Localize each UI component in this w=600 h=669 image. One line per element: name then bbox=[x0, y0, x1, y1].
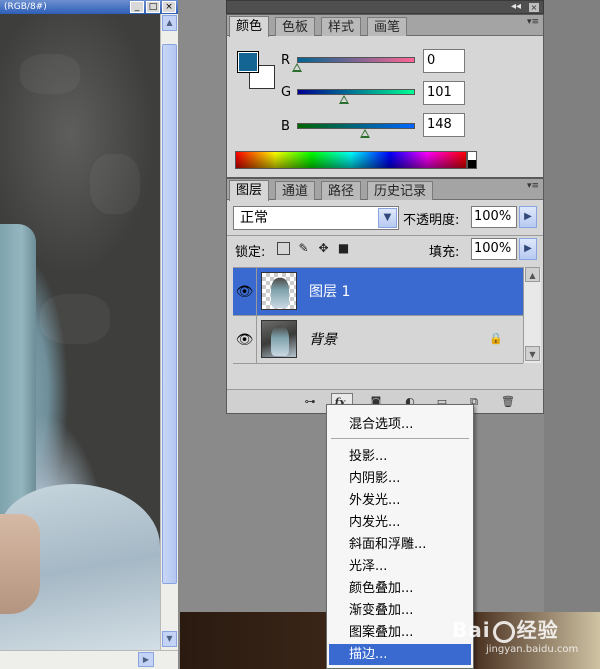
menu-item-bevel-emboss[interactable]: 斜面和浮雕... bbox=[329, 534, 471, 555]
document-vertical-scrollbar[interactable]: ▲ ▼ bbox=[160, 14, 178, 650]
workspace-background bbox=[544, 0, 600, 612]
layer-list: 👁 图层 1 👁 背景 🔒 bbox=[233, 267, 523, 364]
color-panel: 颜色 色板 样式 画笔 ▾≡ R 0 G 101 B 148 bbox=[226, 14, 544, 178]
close-button[interactable]: × bbox=[162, 1, 176, 13]
document-canvas-photo[interactable] bbox=[0, 14, 160, 650]
watermark-logo-text: Bai bbox=[452, 618, 491, 642]
document-title: (RGB/8#) bbox=[4, 2, 47, 12]
watermark-logo-suffix: 经验 bbox=[516, 618, 559, 642]
baidu-paw-icon bbox=[492, 620, 515, 643]
tab-swatches[interactable]: 色板 bbox=[275, 17, 316, 36]
menu-item-gradient-overlay[interactable]: 渐变叠加... bbox=[329, 600, 471, 621]
green-value-field[interactable]: 101 bbox=[423, 81, 465, 105]
panel-menu-icon[interactable]: ▾≡ bbox=[527, 17, 539, 27]
slider-label-b: B bbox=[281, 119, 290, 134]
collapse-panels-icon[interactable]: ◂◂ bbox=[511, 0, 521, 14]
slider-label-r: R bbox=[281, 53, 291, 68]
tab-styles[interactable]: 样式 bbox=[321, 17, 362, 36]
menu-item-color-overlay[interactable]: 颜色叠加... bbox=[329, 578, 471, 599]
opacity-label: 不透明度: bbox=[403, 213, 460, 228]
watermark-url: jingyan.baidu.com bbox=[486, 644, 579, 655]
document-titlebar[interactable]: (RGB/8#) _ □ × bbox=[0, 0, 178, 14]
tab-brushes[interactable]: 画笔 bbox=[367, 17, 408, 36]
trash-icon[interactable]: 🗑 bbox=[497, 393, 519, 411]
panel-dock-header[interactable]: ◂◂ × bbox=[226, 0, 544, 14]
lock-transparent-icon[interactable] bbox=[277, 242, 290, 255]
tab-history[interactable]: 历史记录 bbox=[367, 181, 434, 200]
slider-label-g: G bbox=[281, 85, 292, 100]
opacity-field[interactable]: 100% bbox=[471, 206, 517, 228]
scroll-down-arrow-icon[interactable]: ▼ bbox=[525, 346, 540, 361]
color-panel-tabbar: 颜色 色板 样式 画笔 ▾≡ bbox=[227, 15, 543, 37]
scroll-down-arrow-icon[interactable]: ▼ bbox=[162, 631, 177, 647]
link-layers-icon[interactable]: ⊶ bbox=[299, 393, 321, 411]
menu-item-inner-shadow[interactable]: 内阴影... bbox=[329, 468, 471, 489]
layers-panel-tabbar: 图层 通道 路径 历史记录 ▾≡ bbox=[227, 179, 543, 201]
layers-panel-menu-icon[interactable]: ▾≡ bbox=[527, 181, 539, 191]
lock-icon: 🔒 bbox=[489, 332, 503, 345]
eye-icon[interactable]: 👁 bbox=[233, 316, 257, 364]
fill-field[interactable]: 100% bbox=[471, 238, 517, 260]
menu-item-blending-options[interactable]: 混合选项... bbox=[329, 414, 471, 435]
green-slider-thumb[interactable] bbox=[338, 95, 349, 104]
opacity-arrow-icon[interactable]: ▶ bbox=[519, 206, 537, 228]
menu-item-outer-glow[interactable]: 外发光... bbox=[329, 490, 471, 511]
document-horizontal-scrollbar[interactable]: ▶ bbox=[0, 650, 178, 669]
layer-row[interactable]: 👁 背景 🔒 bbox=[233, 316, 523, 364]
green-slider-track[interactable] bbox=[297, 89, 415, 95]
black-white-swatch[interactable] bbox=[467, 151, 477, 169]
layers-panel: 图层 通道 路径 历史记录 ▾≡ 正常 ▼ 不透明度: 100% ▶ 锁定: ✎… bbox=[226, 178, 544, 414]
close-panels-icon[interactable]: × bbox=[529, 3, 539, 12]
menu-item-pattern-overlay[interactable]: 图案叠加... bbox=[329, 622, 471, 643]
layer-list-scrollbar[interactable]: ▲ ▼ bbox=[523, 267, 541, 363]
layer-row[interactable]: 👁 图层 1 bbox=[233, 268, 523, 316]
photo-hand bbox=[0, 514, 40, 614]
eye-icon[interactable]: 👁 bbox=[233, 268, 257, 316]
red-slider-thumb[interactable] bbox=[292, 63, 302, 72]
tab-layers[interactable]: 图层 bbox=[229, 180, 270, 201]
maximize-button[interactable]: □ bbox=[146, 1, 160, 13]
lock-all-icon[interactable]: ■ bbox=[337, 242, 350, 255]
menu-item-stroke[interactable]: 描边... bbox=[329, 644, 471, 665]
scroll-up-arrow-icon[interactable]: ▲ bbox=[525, 267, 540, 282]
menu-item-inner-glow[interactable]: 内发光... bbox=[329, 512, 471, 533]
scroll-up-arrow-icon[interactable]: ▲ bbox=[162, 15, 177, 31]
scroll-thumb[interactable] bbox=[162, 44, 177, 584]
chevron-down-icon[interactable]: ▼ bbox=[378, 208, 397, 228]
layer-name[interactable]: 背景 bbox=[309, 316, 337, 364]
photo-arm bbox=[0, 224, 36, 524]
layer-name[interactable]: 图层 1 bbox=[309, 268, 350, 316]
minimize-button[interactable]: _ bbox=[130, 1, 144, 13]
blue-slider-track[interactable] bbox=[297, 123, 415, 129]
menu-separator bbox=[331, 438, 469, 439]
lock-move-icon[interactable]: ✥ bbox=[317, 242, 330, 255]
blend-mode-select[interactable]: 正常 ▼ bbox=[233, 206, 399, 230]
tab-channels[interactable]: 通道 bbox=[275, 181, 316, 200]
lock-brush-icon[interactable]: ✎ bbox=[297, 242, 310, 255]
blend-mode-value: 正常 bbox=[240, 210, 268, 226]
color-spectrum-bar[interactable] bbox=[235, 151, 467, 169]
red-slider-track[interactable] bbox=[297, 57, 415, 63]
fill-arrow-icon[interactable]: ▶ bbox=[519, 238, 537, 260]
tab-color[interactable]: 颜色 bbox=[229, 16, 270, 37]
menu-item-drop-shadow[interactable]: 投影... bbox=[329, 446, 471, 467]
divider bbox=[227, 235, 543, 236]
blue-slider-thumb[interactable] bbox=[360, 129, 371, 138]
tab-paths[interactable]: 路径 bbox=[321, 181, 362, 200]
blue-value-field[interactable]: 148 bbox=[423, 113, 465, 137]
foreground-color-swatch[interactable] bbox=[237, 51, 259, 73]
lock-label: 锁定: bbox=[235, 245, 266, 260]
menu-item-satin[interactable]: 光泽... bbox=[329, 556, 471, 577]
document-window: (RGB/8#) _ □ × ▲ ▼ ▶ bbox=[0, 0, 178, 669]
red-value-field[interactable]: 0 bbox=[423, 49, 465, 73]
fill-label: 填充: bbox=[429, 245, 460, 260]
layer-thumbnail bbox=[261, 272, 297, 310]
scroll-right-arrow-icon[interactable]: ▶ bbox=[138, 652, 154, 667]
layer-thumbnail bbox=[261, 320, 297, 358]
